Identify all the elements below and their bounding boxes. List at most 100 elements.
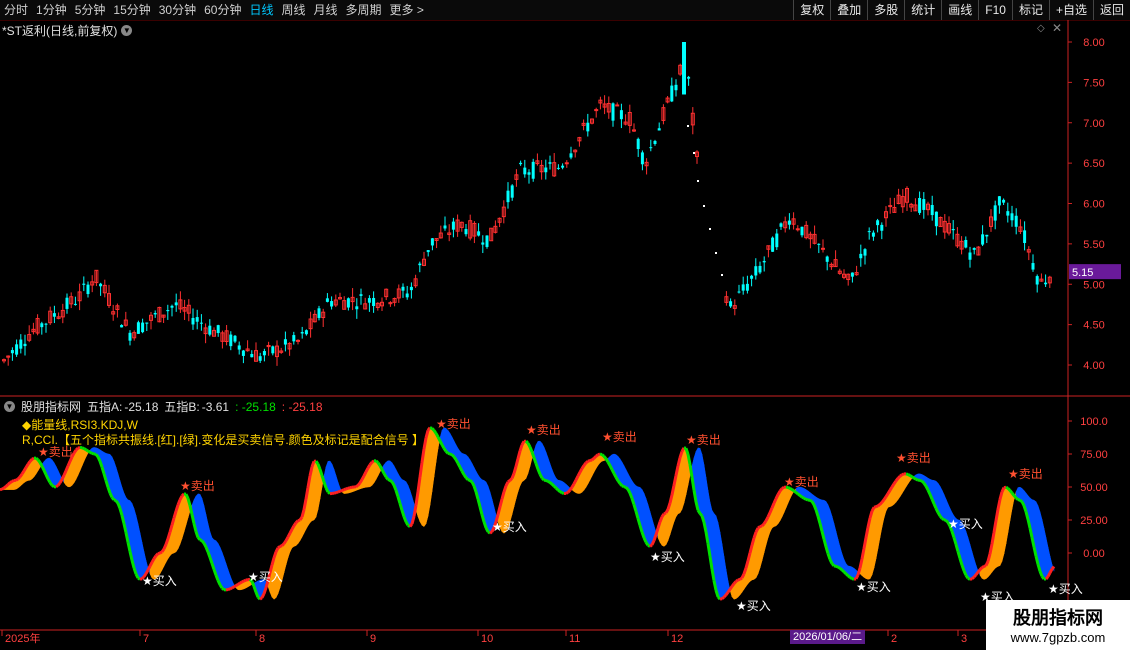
ind-signal-line — [706, 543, 712, 557]
ind-fill-band — [839, 546, 843, 571]
ind-signal-line — [984, 560, 990, 567]
diamond-icon[interactable]: ◇ — [1037, 23, 1045, 34]
ind-fill-band — [915, 473, 919, 481]
ind-fill-band — [793, 487, 797, 493]
toolbar-button-8[interactable]: 返回 — [1092, 0, 1130, 20]
tab-period-10[interactable]: 更多 > — [386, 0, 428, 20]
ind-fill-band — [39, 462, 43, 469]
ind-fill-band — [325, 461, 329, 493]
ind-signal-line — [793, 489, 797, 494]
ind-fill-band — [795, 486, 799, 495]
tab-period-8[interactable]: 月线 — [310, 0, 342, 20]
tab-period-4[interactable]: 30分钟 — [155, 0, 200, 20]
ind-fill-band — [15, 478, 19, 490]
ind-signal-line — [282, 539, 288, 545]
ind-signal-line — [206, 551, 212, 558]
ind-signal-line — [241, 579, 245, 584]
ind-signal-line — [172, 510, 178, 519]
ind-fill-band — [553, 474, 557, 489]
ind-signal-line — [582, 461, 588, 467]
tab-period-3[interactable]: 15分钟 — [109, 0, 154, 20]
tab-period-7[interactable]: 周线 — [277, 0, 309, 20]
ind-signal-line — [16, 475, 22, 481]
ind-signal-line — [347, 486, 351, 490]
ind-fill-band — [619, 457, 623, 487]
tab-period-6[interactable]: 日线 — [245, 0, 277, 20]
toolbar-button-4[interactable]: 画线 — [941, 0, 978, 20]
ind-fill-band — [195, 493, 199, 538]
candle-body — [1002, 199, 1006, 203]
ind-fill-band — [721, 543, 725, 600]
chevron-down-icon[interactable]: ▼ — [4, 401, 15, 412]
candle-body — [233, 335, 237, 342]
ind-fill-band — [181, 493, 185, 539]
ind-signal-line — [422, 437, 428, 450]
ind-fill-band — [267, 572, 271, 593]
tab-period-1[interactable]: 1分钟 — [32, 0, 71, 20]
candle-body — [342, 300, 347, 310]
candle-body — [330, 301, 334, 307]
toolbar-button-7[interactable]: +自选 — [1048, 0, 1093, 20]
indicator-a-label: 五指A: — [87, 400, 123, 414]
chevron-down-icon[interactable]: ▼ — [121, 25, 133, 36]
ind-signal-line — [128, 551, 134, 561]
toolbar-button-1[interactable]: 叠加 — [830, 0, 867, 20]
close-icon[interactable]: ✕ — [1052, 21, 1062, 35]
ind-signal-line — [791, 488, 795, 493]
toolbar-button-0[interactable]: 复权 — [793, 0, 830, 20]
ind-fill-band — [359, 478, 363, 490]
ind-signal-line — [429, 426, 433, 430]
ind-fill-band — [837, 539, 841, 569]
ind-fill-band — [237, 582, 241, 591]
ind-fill-band — [653, 525, 657, 541]
ind-fill-band — [115, 466, 119, 505]
ind-fill-band — [731, 582, 735, 600]
ind-fill-band — [955, 517, 959, 552]
ind-signal-line — [882, 495, 888, 501]
tab-period-9[interactable]: 多周期 — [342, 0, 386, 20]
ind-fill-band — [491, 498, 495, 532]
ind-signal-line — [722, 593, 728, 599]
ind-signal-line — [450, 453, 456, 458]
ind-fill-band — [123, 492, 127, 533]
ind-signal-line — [106, 486, 112, 494]
ind-fill-band — [787, 487, 791, 504]
ind-signal-line — [85, 448, 89, 453]
tab-period-5[interactable]: 60分钟 — [200, 0, 245, 20]
ind-fill-band — [587, 460, 591, 484]
date-tick-label: 2 — [891, 633, 897, 645]
toolbar-button-5[interactable]: F10 — [978, 0, 1012, 20]
ind-fill-band — [249, 578, 253, 587]
ind-signal-line — [1017, 498, 1021, 502]
ind-fill-band — [507, 479, 511, 528]
candle-body — [771, 237, 775, 252]
ind-fill-band — [821, 499, 825, 540]
ind-fill-band — [707, 490, 711, 557]
ind-fill-band — [855, 569, 859, 579]
tab-period-2[interactable]: 5分钟 — [71, 0, 110, 20]
ind-fill-band — [521, 440, 525, 483]
toolbar-button-3[interactable]: 统计 — [904, 0, 941, 20]
candle-body — [132, 332, 137, 339]
tab-period-0[interactable]: 分时 — [0, 0, 32, 20]
indicator-b-label: 五指B: — [164, 400, 200, 414]
ind-fill-band — [917, 473, 921, 481]
candle-body — [396, 288, 401, 299]
ind-fill-band — [567, 485, 571, 493]
candle-body — [682, 42, 686, 95]
candle-body — [220, 332, 225, 342]
ind-fill-band — [591, 457, 595, 477]
ind-signal-line — [1040, 575, 1046, 580]
candle-body — [6, 355, 11, 358]
ind-signal-line — [254, 591, 260, 598]
candle-body — [287, 342, 292, 350]
ind-signal-line — [1006, 487, 1012, 492]
toolbar-button-2[interactable]: 多股 — [867, 0, 904, 20]
ind-signal-line — [630, 497, 636, 506]
toolbar-button-6[interactable]: 标记 — [1011, 0, 1049, 20]
ind-fill-band — [657, 521, 661, 543]
ind-fill-band — [755, 527, 759, 579]
ind-fill-band — [271, 557, 275, 600]
ind-fill-band — [85, 449, 89, 458]
ind-fill-band — [693, 451, 697, 502]
